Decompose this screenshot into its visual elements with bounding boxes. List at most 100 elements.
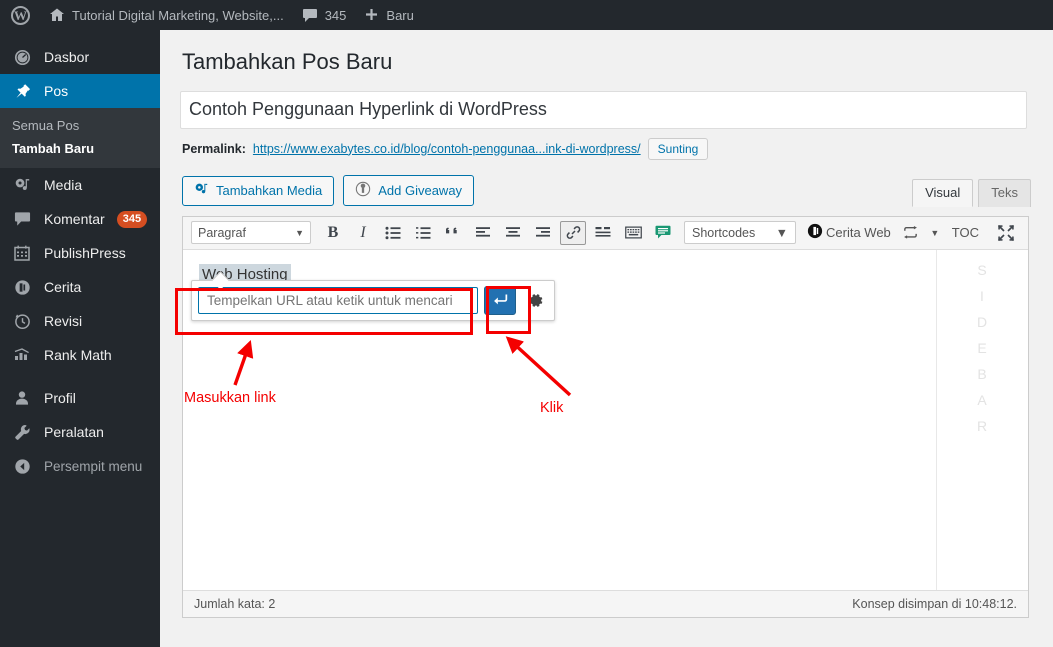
sidebar-item-komentar[interactable]: Komentar 345: [0, 202, 160, 236]
editor-container: Paragraf ▼ B I Shortcodes ▼ Cerita Web ▼…: [182, 215, 1029, 618]
numbered-list-icon[interactable]: [410, 221, 436, 245]
sidebar-item-rank-math[interactable]: Rank Math: [0, 338, 160, 372]
repeat-dropdown-icon[interactable]: ▼: [928, 221, 942, 245]
sidebar-strip-letter: D: [976, 313, 989, 330]
keyboard-shortcuts-icon[interactable]: [620, 221, 646, 245]
editor-mode-tabs: Visual Teks: [907, 178, 1031, 207]
media-buttons-row: Tambahkan Media Add Giveaway Visual Teks: [182, 174, 1031, 207]
sidebar-item-collapse-menu[interactable]: Persempit menu: [0, 449, 160, 483]
add-media-button[interactable]: Tambahkan Media: [182, 175, 335, 206]
sidebar-item-pos[interactable]: Pos: [0, 74, 168, 108]
permalink-row: Permalink: https://www.exabytes.co.id/bl…: [182, 137, 1031, 160]
align-right-icon[interactable]: [530, 221, 556, 245]
media-icon: [12, 177, 32, 194]
collapse-arrow-icon: [12, 458, 32, 475]
comments-bubble[interactable]: 345: [293, 0, 356, 30]
post-title-input[interactable]: [180, 90, 1027, 129]
sidebar-item-cerita[interactable]: Cerita: [0, 270, 160, 304]
link-insert-popup: [191, 279, 555, 321]
new-content-label: Baru: [386, 7, 414, 23]
align-left-icon[interactable]: [470, 221, 496, 245]
tab-visual[interactable]: Visual: [912, 178, 974, 207]
comment-green-icon[interactable]: [650, 221, 676, 245]
web-story-icon: [807, 223, 823, 242]
sidebar-item-tambah-baru[interactable]: Tambah Baru: [0, 137, 160, 160]
sidebar-strip-letter: I: [980, 287, 985, 304]
wrench-icon: [12, 424, 32, 440]
sidebar-item-label: Media: [44, 177, 83, 193]
tab-teks[interactable]: Teks: [978, 178, 1031, 207]
wordpress-logo-icon: W: [11, 5, 30, 25]
chevron-down-icon: ▼: [295, 227, 304, 238]
sidebar-item-label: Dasbor: [44, 49, 90, 65]
sidebar-item-label: Cerita: [44, 279, 82, 295]
giveaway-icon: [355, 181, 371, 200]
apply-link-button[interactable]: [484, 285, 516, 315]
draft-saved-status: Konsep disimpan di 10:48:12.: [852, 596, 1017, 611]
blockquote-icon[interactable]: [440, 221, 466, 245]
editor-canvas[interactable]: Web Hosting: [183, 250, 936, 590]
site-name-menu[interactable]: Tutorial Digital Marketing, Website,...: [40, 0, 293, 30]
comments-badge: 345: [116, 210, 148, 228]
add-media-label: Tambahkan Media: [216, 183, 323, 199]
admin-sidebar-menu: Dasbor Pos Semua Pos Tambah Baru Media K…: [0, 30, 168, 647]
align-center-icon[interactable]: [500, 221, 526, 245]
calendar-icon: [12, 245, 32, 261]
permalink-link[interactable]: https://www.exabytes.co.id/blog/contoh-p…: [253, 142, 641, 156]
sidebar-item-label: PublishPress: [44, 245, 126, 261]
media-icon: [194, 182, 209, 200]
sidebar-item-label: Persempit menu: [44, 458, 143, 474]
sidebar-item-media[interactable]: Media: [0, 168, 160, 202]
sidebar-strip-letter: A: [977, 391, 988, 408]
toc-button[interactable]: TOC: [944, 225, 987, 240]
annotation-label-input: Masukkan link: [184, 390, 276, 406]
edit-permalink-button[interactable]: Sunting: [647, 137, 709, 160]
sidebar-item-label: Revisi: [44, 313, 83, 329]
add-giveaway-label: Add Giveaway: [378, 182, 463, 198]
cerita-web-label: Cerita Web: [826, 225, 891, 241]
sidebar-item-label: Pos: [44, 83, 69, 99]
rankmath-icon: [12, 348, 32, 362]
sidebar-item-dasbor[interactable]: Dasbor: [0, 40, 160, 74]
link-url-input[interactable]: [198, 286, 478, 314]
cerita-web-button[interactable]: Cerita Web: [802, 221, 896, 245]
chevron-down-icon: ▼: [775, 225, 788, 240]
sidebar-item-semua-pos[interactable]: Semua Pos: [0, 114, 160, 137]
user-icon: [12, 390, 32, 406]
gear-icon[interactable]: [522, 286, 548, 315]
format-select-value: Paragraf: [198, 225, 246, 240]
editor-status-bar: Jumlah kata: 2 Konsep disimpan di 10:48:…: [183, 589, 1028, 617]
repeat-icon[interactable]: [898, 221, 924, 245]
link-icon[interactable]: [560, 220, 586, 245]
add-giveaway-button[interactable]: Add Giveaway: [343, 174, 475, 206]
pin-icon: [12, 83, 32, 100]
sidebar-submenu-pos: Semua Pos Tambah Baru: [0, 108, 160, 168]
main-content-area: Tambahkan Pos Baru Permalink: https://ww…: [160, 30, 1053, 647]
permalink-label: Permalink:: [182, 141, 246, 156]
italic-button[interactable]: I: [350, 221, 376, 245]
annotation-label-click: Klik: [540, 400, 564, 416]
home-icon: [49, 7, 65, 23]
fullscreen-icon[interactable]: [993, 221, 1019, 245]
new-content-menu[interactable]: Baru: [355, 0, 422, 30]
sidebar-item-label: Peralatan: [44, 424, 104, 440]
wordpress-logo-button[interactable]: W: [0, 0, 40, 30]
sidebar-item-revisi[interactable]: Revisi: [0, 304, 160, 338]
sidebar-strip-letter: E: [977, 339, 988, 356]
bold-button[interactable]: B: [320, 221, 346, 245]
format-select[interactable]: Paragraf ▼: [191, 221, 311, 245]
shortcodes-select[interactable]: Shortcodes ▼: [684, 221, 796, 245]
read-more-icon[interactable]: [590, 221, 616, 245]
sidebar-item-peralatan[interactable]: Peralatan: [0, 415, 160, 449]
sidebar-item-publishpress[interactable]: PublishPress: [0, 236, 160, 270]
word-count: Jumlah kata: 2: [194, 596, 276, 611]
sidebar-strip-letter: R: [976, 417, 989, 434]
editor-body: Web Hosting S I D E B A R: [183, 249, 1028, 590]
clock-icon: [12, 313, 32, 330]
bullet-list-icon[interactable]: [380, 221, 406, 245]
dashboard-icon: [12, 49, 32, 66]
sidebar-item-profil[interactable]: Profil: [0, 381, 160, 415]
shortcodes-label: Shortcodes: [692, 225, 756, 240]
sidebar-item-label: Rank Math: [44, 347, 112, 363]
comment-icon: [302, 8, 318, 23]
